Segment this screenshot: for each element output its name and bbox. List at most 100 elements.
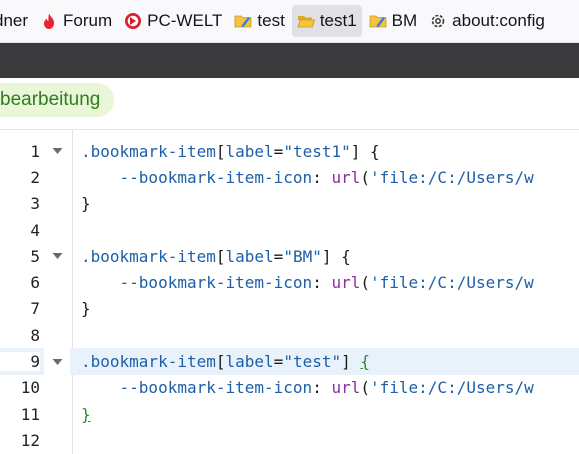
line-number: 8 bbox=[30, 325, 40, 345]
bookmark-bm[interactable]: BM bbox=[364, 5, 423, 37]
code-text: } bbox=[81, 194, 91, 213]
edit-folder-icon bbox=[234, 12, 252, 30]
fold-gutter bbox=[44, 164, 70, 190]
code-line[interactable]: 3} bbox=[0, 191, 579, 217]
code-token: [ bbox=[215, 352, 226, 372]
code-token: ] { bbox=[350, 141, 380, 161]
code-token: } bbox=[81, 194, 91, 214]
bookmark-forum[interactable]: Forum bbox=[35, 5, 117, 37]
code-line[interactable]: 8 bbox=[0, 322, 579, 348]
code-token: "test" bbox=[283, 352, 342, 372]
bookmark-label: dner bbox=[0, 11, 29, 30]
code-token: } bbox=[81, 299, 91, 319]
open-folder-icon bbox=[297, 12, 315, 30]
code-token: ( bbox=[360, 273, 370, 293]
code-token: : bbox=[312, 378, 332, 398]
code-token: label bbox=[225, 352, 274, 372]
code-token: label bbox=[225, 246, 274, 266]
line-number: 9 bbox=[0, 352, 40, 372]
code-line[interactable]: 6 --bookmark-item-icon: url('file:/C:/Us… bbox=[0, 270, 579, 296]
code-text: .bookmark-item[label="test"] { bbox=[81, 352, 370, 371]
bookmark-label: test1 bbox=[319, 11, 357, 30]
bookmark-label: PC-WELT bbox=[147, 11, 223, 30]
fire-icon bbox=[40, 12, 58, 30]
code-token: "test1" bbox=[283, 141, 351, 161]
bookmark-label: test bbox=[257, 11, 285, 30]
fold-toggle-icon[interactable] bbox=[44, 348, 70, 375]
code-token: } bbox=[81, 404, 91, 424]
code-text: .bookmark-item[label="test1"] { bbox=[81, 142, 380, 161]
fold-gutter bbox=[44, 270, 70, 296]
line-number: 3 bbox=[30, 194, 40, 214]
line-number: 10 bbox=[20, 378, 40, 398]
bookmark-label: BM bbox=[391, 11, 418, 30]
editor-tab[interactable]: bearbeitung bbox=[0, 83, 115, 117]
code-token: "BM" bbox=[283, 246, 322, 266]
code-token: = bbox=[273, 141, 284, 161]
line-number: 5 bbox=[30, 246, 40, 266]
code-token: 'file:/C:/Users/w bbox=[370, 378, 534, 398]
code-line[interactable]: 10 --bookmark-item-icon: url('file:/C:/U… bbox=[0, 375, 579, 401]
fold-gutter bbox=[44, 217, 70, 243]
code-token: .bookmark-item bbox=[81, 246, 216, 266]
line-number: 12 bbox=[20, 430, 40, 450]
code-token: ] bbox=[341, 352, 361, 372]
code-text: --bookmark-item-icon: url('file:/C:/User… bbox=[81, 168, 534, 187]
bookmark-test[interactable]: test bbox=[229, 5, 289, 37]
code-token: = bbox=[273, 352, 284, 372]
code-token: : bbox=[312, 167, 332, 187]
code-token: .bookmark-item bbox=[81, 352, 216, 372]
code-token: { bbox=[360, 352, 371, 372]
code-line[interactable]: 11} bbox=[0, 401, 579, 427]
code-text: } bbox=[81, 299, 91, 318]
code-token: : bbox=[312, 273, 332, 293]
code-text: --bookmark-item-icon: url('file:/C:/User… bbox=[81, 273, 534, 292]
code-token: label bbox=[225, 141, 274, 161]
bookmark-label: about:config bbox=[452, 11, 545, 30]
line-number: 1 bbox=[30, 141, 40, 161]
code-token: url bbox=[331, 273, 361, 293]
bookmark-label: Forum bbox=[63, 11, 113, 30]
bookmark-dner[interactable]: dner bbox=[0, 5, 33, 37]
code-line[interactable]: 5 .bookmark-item[label="BM"] { bbox=[0, 243, 579, 269]
code-editor[interactable]: 1 .bookmark-item[label="test1"] {2 --book… bbox=[0, 130, 579, 454]
code-line[interactable]: 1 .bookmark-item[label="test1"] { bbox=[0, 138, 579, 164]
code-line[interactable]: 12 bbox=[0, 427, 579, 453]
code-token: --bookmark-item-icon bbox=[81, 378, 313, 398]
code-token: 'file:/C:/Users/w bbox=[370, 273, 534, 293]
code-text: --bookmark-item-icon: url('file:/C:/User… bbox=[81, 378, 534, 397]
line-number: 7 bbox=[30, 299, 40, 319]
code-token: url bbox=[331, 167, 361, 187]
code-line[interactable]: 7} bbox=[0, 296, 579, 322]
line-number: 11 bbox=[20, 404, 40, 424]
code-line[interactable]: 9 .bookmark-item[label="test"] { bbox=[0, 348, 579, 375]
code-token: ( bbox=[360, 167, 370, 187]
bookmarks-toolbar: dner Forum PC-WELT test test1 BM about:config bbox=[0, 0, 579, 43]
code-token: .bookmark-item bbox=[81, 141, 216, 161]
code-token: url bbox=[331, 378, 361, 398]
fold-toggle-icon[interactable] bbox=[44, 243, 70, 269]
fold-gutter bbox=[44, 296, 70, 322]
line-number: 6 bbox=[30, 273, 40, 293]
code-token: --bookmark-item-icon bbox=[81, 167, 313, 187]
code-text: } bbox=[81, 405, 91, 424]
dark-strip bbox=[0, 43, 579, 78]
bookmark-pc-welt[interactable]: PC-WELT bbox=[119, 5, 227, 37]
fold-gutter bbox=[44, 191, 70, 217]
fold-gutter bbox=[44, 427, 70, 453]
code-line[interactable]: 4 bbox=[0, 217, 579, 243]
fold-gutter bbox=[44, 375, 70, 401]
pcwelt-logo-icon bbox=[124, 12, 142, 30]
code-token: 'file:/C:/Users/w bbox=[370, 167, 534, 187]
code-token: --bookmark-item-icon bbox=[81, 273, 313, 293]
editor-tab-row: bearbeitung bbox=[0, 78, 579, 130]
bookmark-about-config[interactable]: about:config bbox=[424, 5, 550, 37]
bookmark-test1[interactable]: test1 bbox=[291, 5, 362, 37]
gear-icon bbox=[429, 12, 447, 30]
line-number: 4 bbox=[30, 220, 40, 240]
fold-toggle-icon[interactable] bbox=[44, 138, 70, 164]
line-number: 2 bbox=[30, 167, 40, 187]
fold-gutter bbox=[44, 401, 70, 427]
edit-folder-icon bbox=[369, 12, 387, 30]
code-line[interactable]: 2 --bookmark-item-icon: url('file:/C:/Us… bbox=[0, 164, 579, 190]
